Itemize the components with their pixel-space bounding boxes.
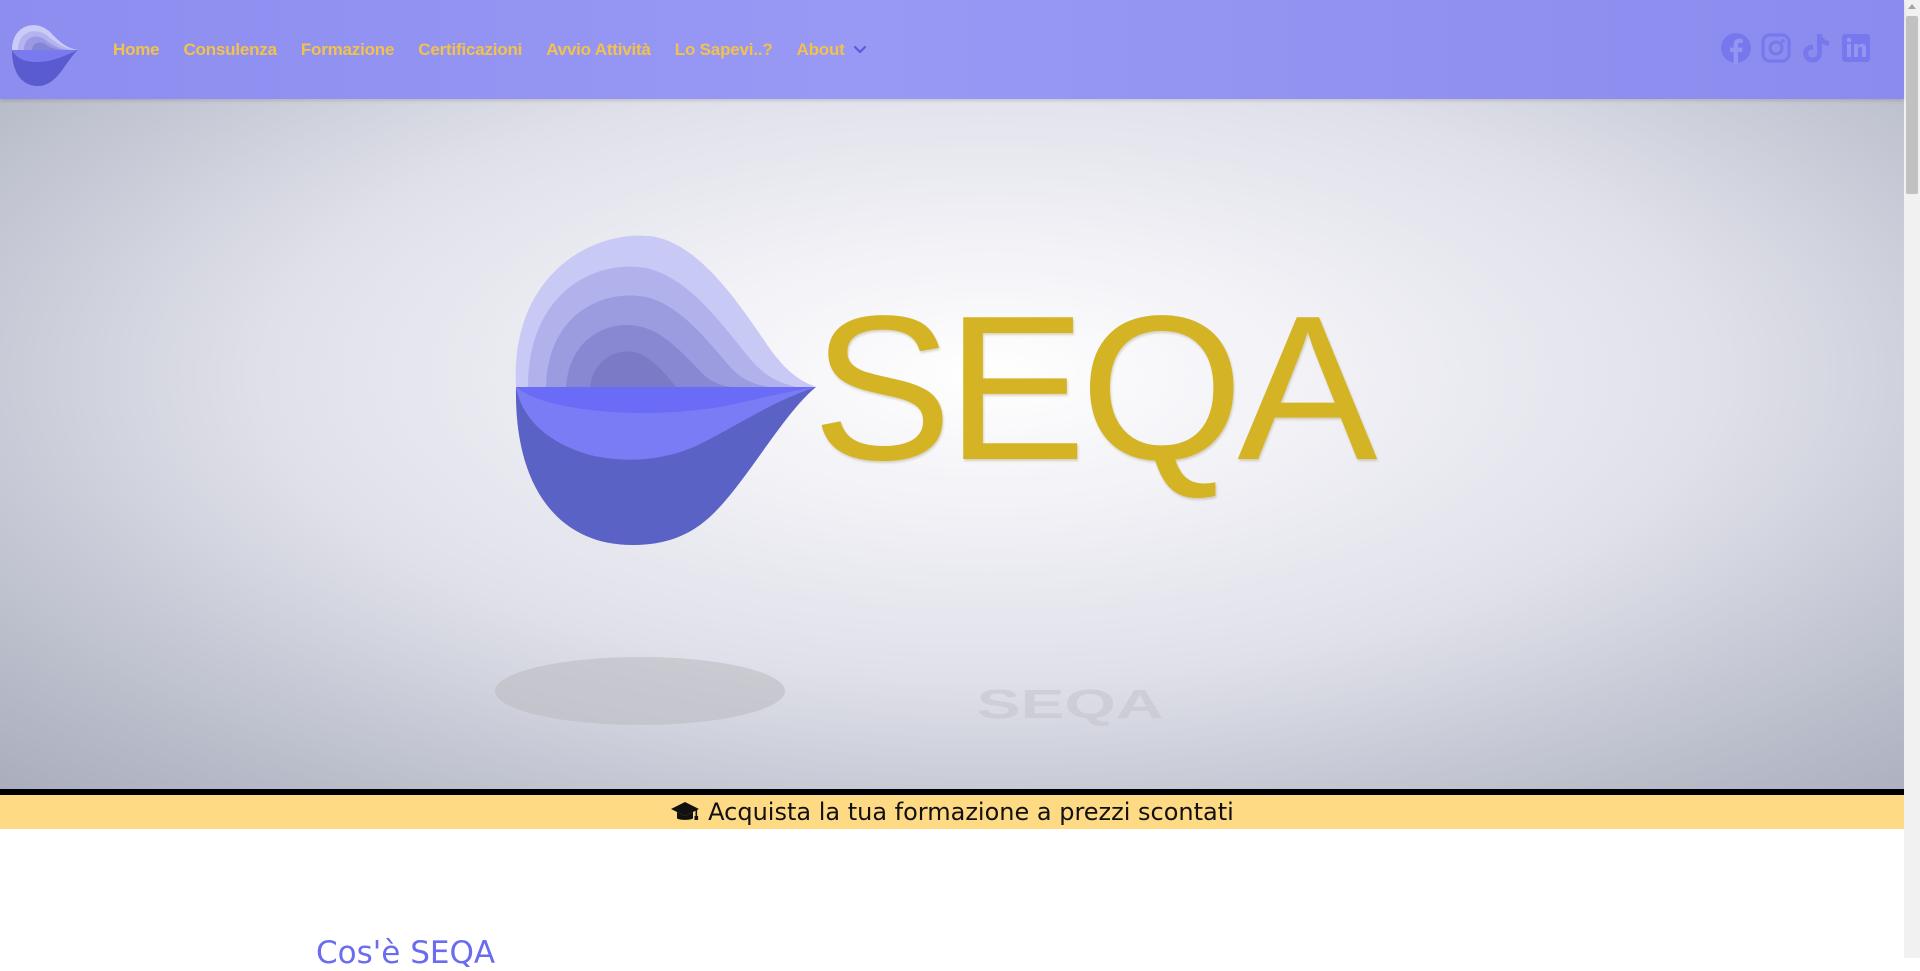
scrollbar-thumb[interactable] (1906, 16, 1918, 194)
linkedin-icon[interactable] (1840, 31, 1872, 65)
hero-brand-text: SEQA (812, 273, 1378, 503)
chevron-down-icon[interactable] (853, 45, 867, 55)
promo-banner[interactable]: Acquista la tua formazione a prezzi scon… (0, 795, 1904, 829)
promo-banner-text: Acquista la tua formazione a prezzi scon… (708, 798, 1234, 826)
scroll-up-arrow-icon[interactable] (1908, 4, 1916, 9)
tiktok-icon[interactable] (1800, 31, 1832, 65)
page-scrollbar[interactable] (1904, 0, 1920, 958)
nav-certificazioni[interactable]: Certificazioni (418, 40, 522, 60)
seqa-logo[interactable] (8, 14, 80, 88)
nav-lo-sapevi[interactable]: Lo Sapevi..? (675, 40, 773, 60)
top-navbar: Home Consulenza Formazione Certificazion… (0, 0, 1904, 99)
nav-about[interactable]: About (797, 40, 845, 60)
social-links (1720, 31, 1872, 65)
nav-formazione[interactable]: Formazione (301, 40, 395, 60)
nav-home[interactable]: Home (113, 40, 160, 60)
nav-avvio-attivita[interactable]: Avvio Attività (546, 40, 651, 60)
seqa-drop-logo (515, 235, 816, 545)
instagram-icon[interactable] (1760, 31, 1792, 65)
nav-about-dropdown[interactable]: About (797, 40, 867, 60)
nav-consulenza[interactable]: Consulenza (183, 40, 277, 60)
seqa-reflection: SEQA (976, 680, 1163, 726)
hero-video[interactable]: SEQA SEQA (0, 99, 1904, 789)
graduation-cap-icon (671, 802, 700, 820)
facebook-icon[interactable] (1720, 31, 1752, 65)
section-title: Cos'è SEQA (316, 935, 496, 971)
main-nav: Home Consulenza Formazione Certificazion… (113, 0, 867, 99)
